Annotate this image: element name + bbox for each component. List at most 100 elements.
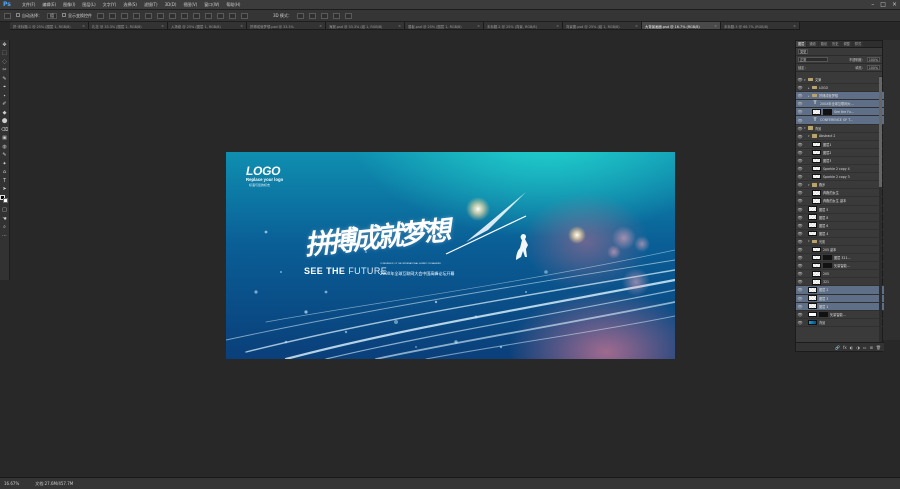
layer-row[interactable]: 👁 图层 6: [796, 222, 884, 230]
close-icon[interactable]: ×: [714, 24, 717, 28]
menu-item[interactable]: 编辑(E): [42, 2, 56, 8]
panel-footer-icon[interactable]: fx: [843, 345, 847, 350]
align-top-icon[interactable]: [97, 12, 104, 19]
show-transform-checkbox[interactable]: 显示变换控件: [62, 12, 92, 19]
layer-row[interactable]: 👁 奔跑的女生: [796, 189, 884, 198]
eye-icon[interactable]: 👁: [796, 126, 804, 131]
layer-row[interactable]: 👁 矢量智能...: [796, 311, 884, 319]
panel-tab[interactable]: 通道: [807, 41, 818, 47]
tool-icon[interactable]: ◆: [1, 110, 8, 117]
tool-icon[interactable]: ✥: [1, 42, 8, 49]
artwork-canvas[interactable]: LOGO Replace your logo 标语与您的标志 拼搏成就梦想 SE…: [226, 152, 675, 359]
layer-row[interactable]: 👁 矢量智能...: [796, 262, 884, 271]
panel-footer-icon[interactable]: 🔗: [835, 345, 840, 350]
eye-icon[interactable]: 👁: [796, 215, 804, 220]
move-tool-icon[interactable]: [4, 12, 11, 19]
close-icon[interactable]: ×: [240, 24, 243, 28]
panel-footer-icon[interactable]: ◐: [850, 345, 854, 350]
auto-align-icon[interactable]: [241, 12, 248, 19]
menu-item[interactable]: 文字(Y): [103, 2, 117, 8]
tool-icon[interactable]: ⬤: [1, 118, 8, 125]
menu-item[interactable]: 图层(L): [82, 2, 95, 8]
document-tab[interactable]: 展板.psd @ 25% (图层 1, RGB/8) ×: [405, 22, 484, 29]
layer-row[interactable]: 👁 图层 4: [796, 230, 884, 238]
tool-icon[interactable]: ✎: [1, 76, 8, 83]
close-icon[interactable]: ×: [82, 24, 85, 28]
tool-icon[interactable]: ⬚: [1, 50, 8, 57]
document-tab[interactable]: 入场卷 @ 25% (图层 1, RGB/8) ×: [168, 22, 247, 29]
eye-icon[interactable]: 👁: [796, 134, 804, 139]
layer-kind-filter[interactable]: 类型: [798, 49, 809, 54]
distribute-middle-icon[interactable]: [181, 12, 188, 19]
tool-icon[interactable]: ⌖: [1, 84, 8, 91]
layer-row[interactable]: 👁 ▾ 跑步: [796, 181, 884, 190]
eye-icon[interactable]: 👁: [796, 142, 804, 147]
eye-icon[interactable]: 👁: [796, 77, 804, 82]
eye-icon[interactable]: 👁: [796, 279, 804, 284]
minimize-icon[interactable]: –: [871, 1, 874, 8]
eye-icon[interactable]: 👁: [796, 296, 804, 301]
eye-icon[interactable]: 👁: [796, 166, 804, 171]
document-tab[interactable]: 礼花 @ 33.3% (图层 1, RGB/8) ×: [89, 22, 168, 29]
align-middle-icon[interactable]: [109, 12, 116, 19]
eye-icon[interactable]: 👁: [796, 93, 804, 98]
menu-item[interactable]: 图像(I): [63, 2, 75, 8]
layer-row[interactable]: 👁 T CONFERENCE OF T...: [796, 116, 884, 125]
distribute-right-icon[interactable]: [229, 12, 236, 19]
eye-icon[interactable]: 👁: [796, 101, 804, 106]
auto-select-checkbox[interactable]: 自动选择：: [16, 12, 42, 19]
layer-row[interactable]: 👁 图层2: [796, 149, 884, 157]
layer-row[interactable]: 👁图层 3fx: [796, 294, 884, 303]
scale-3d-icon[interactable]: [344, 12, 352, 19]
blend-mode-select[interactable]: 正常: [798, 57, 828, 62]
layer-row[interactable]: 👁 T 200X年全球互联网大...: [796, 100, 884, 109]
menu-item[interactable]: 帮助(H): [226, 2, 240, 8]
eye-icon[interactable]: 👁: [796, 271, 804, 276]
auto-select-dropdown[interactable]: 组: [47, 12, 57, 19]
eye-icon[interactable]: 👁: [796, 190, 804, 195]
close-icon[interactable]: ×: [161, 24, 164, 28]
menu-item[interactable]: 窗口(W): [204, 2, 219, 8]
tool-icon[interactable]: ➤: [1, 186, 8, 193]
panel-footer-icon[interactable]: ▭: [863, 345, 867, 350]
panel-tab[interactable]: 历史: [830, 41, 841, 47]
eye-icon[interactable]: 👁: [796, 198, 804, 203]
tool-icon[interactable]: ✎: [1, 152, 8, 159]
layer-row[interactable]: 👁 ▾ Abstract 2: [796, 133, 884, 141]
align-left-icon[interactable]: [133, 12, 140, 19]
panel-tab[interactable]: 调整: [841, 41, 852, 47]
panel-footer-icon[interactable]: ⊞: [870, 345, 873, 350]
eye-icon[interactable]: 👁: [796, 158, 804, 163]
panel-tab[interactable]: 图层: [796, 41, 807, 47]
tool-icon[interactable]: ⋯: [1, 233, 8, 240]
tool-icon[interactable]: ▣: [1, 135, 8, 142]
tool-icon[interactable]: □: [1, 207, 8, 214]
layer-row[interactable]: 👁 图层1: [796, 141, 884, 149]
document-tab[interactable]: 拼搏成就梦想.psd @ 33.3% ×: [247, 22, 326, 29]
panel-tab[interactable]: 样式: [852, 41, 864, 47]
panel-footer-icon[interactable]: 🗑: [876, 345, 881, 350]
close-icon[interactable]: ×: [635, 24, 638, 28]
distribute-left-icon[interactable]: [205, 12, 212, 19]
color-swatches[interactable]: [0, 195, 9, 205]
eye-icon[interactable]: 👁: [796, 320, 804, 325]
close-icon[interactable]: ×: [892, 1, 897, 8]
eye-icon[interactable]: 👁: [796, 109, 804, 114]
eye-icon[interactable]: 👁: [796, 239, 804, 244]
eye-icon[interactable]: 👁: [796, 247, 804, 252]
layer-row[interactable]: 👁 ▸ 拼搏成就梦想: [796, 92, 884, 101]
menu-item[interactable]: 视图(V): [183, 2, 197, 8]
layer-row[interactable]: 👁图层 1fx: [796, 302, 884, 311]
fill-input[interactable]: 100%: [866, 65, 880, 70]
align-bottom-icon[interactable]: [121, 12, 128, 19]
document-tab[interactable]: 大背景画面.psd @ 16.7% (RGB/8) ×: [642, 22, 721, 29]
eye-icon[interactable]: 👁: [796, 182, 804, 187]
layer-row[interactable]: 👁 321: [796, 278, 884, 287]
tool-icon[interactable]: ◍: [1, 144, 8, 151]
tool-icon[interactable]: ✦: [1, 161, 8, 168]
eye-icon[interactable]: 👁: [796, 150, 804, 155]
layer-row[interactable]: 👁 奔跑的女生 副本: [796, 197, 884, 206]
close-icon[interactable]: ×: [793, 24, 796, 28]
eye-icon[interactable]: 👁: [796, 207, 804, 212]
tool-icon[interactable]: ◌: [1, 59, 8, 66]
